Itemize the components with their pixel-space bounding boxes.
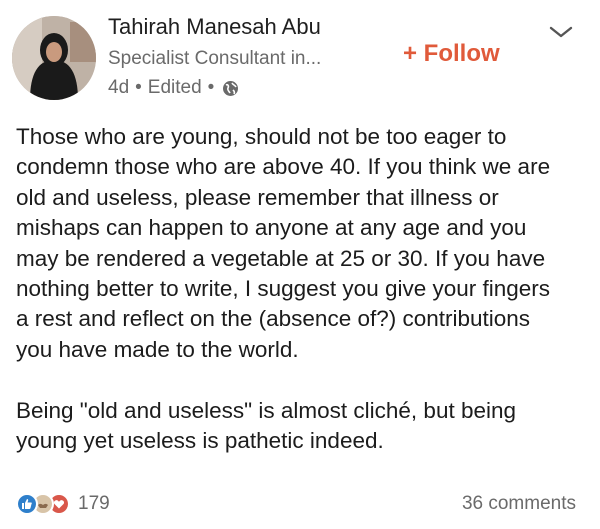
post-time: 4d bbox=[108, 77, 130, 98]
meta-separator: • bbox=[207, 77, 215, 98]
edited-label: Edited bbox=[147, 77, 202, 98]
post-meta: 4d • Edited • bbox=[108, 77, 239, 99]
post-body: Those who are young, should not be too e… bbox=[16, 122, 586, 456]
social-bar: 179 36 comments bbox=[0, 482, 600, 522]
post-paragraph: Being "old and useless" is almost cliché… bbox=[16, 397, 517, 454]
author-headline: Specialist Consultant in... bbox=[108, 48, 322, 69]
post-paragraph: Those who are young, should not be too e… bbox=[16, 124, 551, 362]
post-header: Tahirah Manesah Abu Specialist Consultan… bbox=[0, 0, 600, 110]
chevron-down-icon[interactable] bbox=[548, 24, 574, 40]
author-avatar[interactable] bbox=[12, 16, 96, 100]
comments-link[interactable]: 36 comments bbox=[462, 493, 576, 515]
author-name[interactable]: Tahirah Manesah Abu bbox=[108, 14, 321, 40]
avatar-photo bbox=[12, 16, 96, 100]
globe-icon bbox=[222, 80, 239, 97]
reaction-count: 179 bbox=[78, 493, 110, 514]
reactions-summary[interactable]: 179 bbox=[16, 490, 110, 518]
follow-button[interactable]: + Follow bbox=[403, 40, 500, 68]
like-icon bbox=[16, 493, 38, 515]
meta-separator: • bbox=[135, 77, 142, 98]
